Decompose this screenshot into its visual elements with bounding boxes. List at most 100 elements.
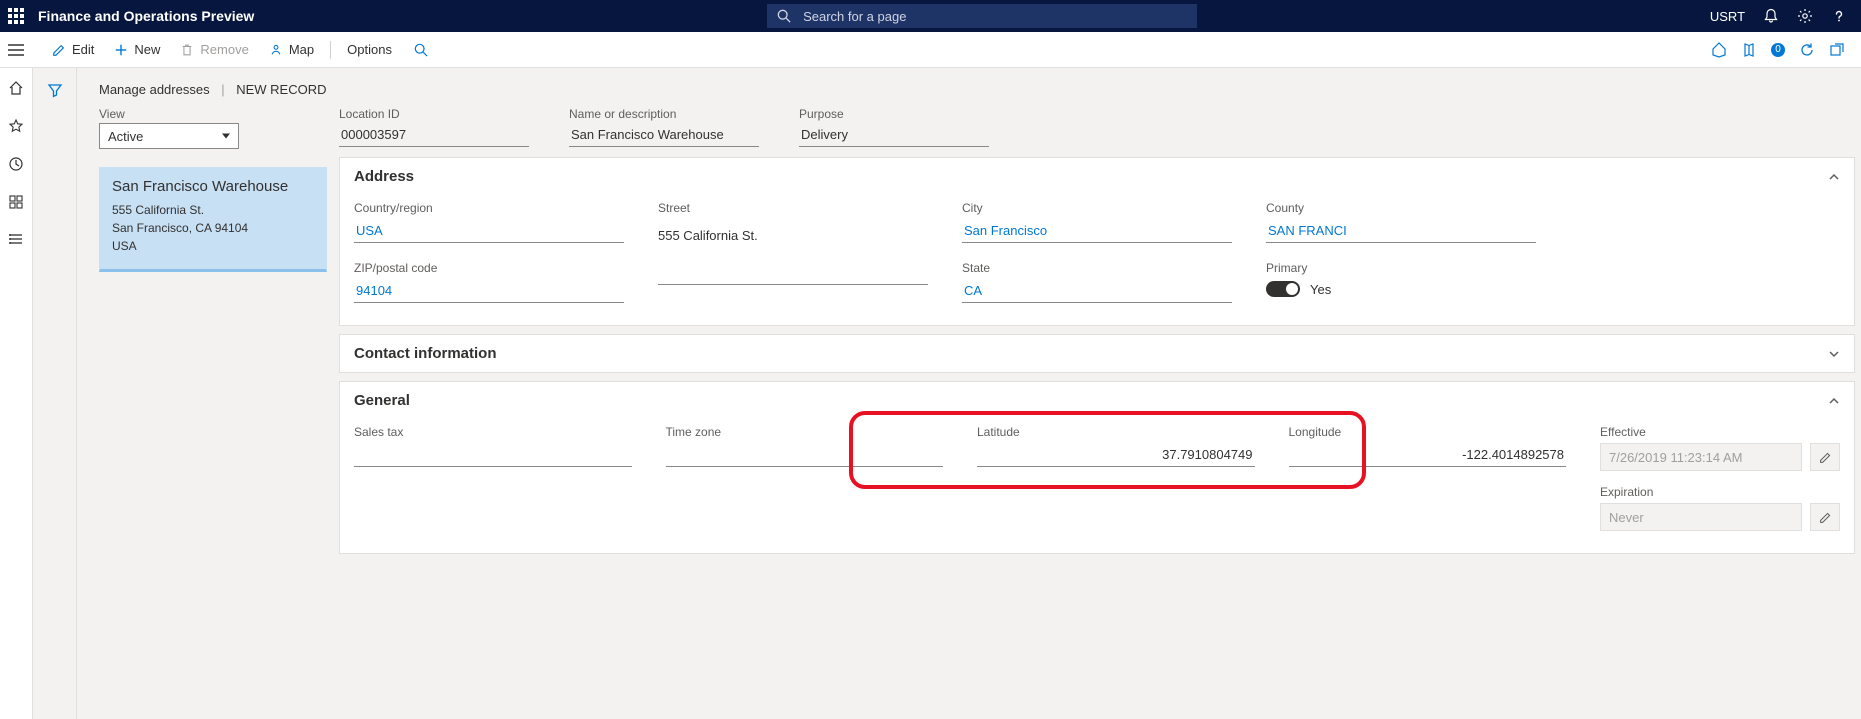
expiration-edit-button[interactable] <box>1810 503 1840 531</box>
filter-icon[interactable] <box>47 82 63 719</box>
recent-icon[interactable] <box>8 156 24 172</box>
county-field[interactable]: SAN FRANCI <box>1266 219 1536 243</box>
state-field[interactable]: CA <box>962 279 1232 303</box>
chevron-up-icon <box>1828 171 1840 183</box>
timezone-label: Time zone <box>666 425 944 439</box>
purpose-field[interactable] <box>799 123 989 147</box>
map-button[interactable]: Map <box>261 38 322 61</box>
primary-label: Primary <box>1266 261 1536 275</box>
section-contact: Contact information <box>339 334 1855 373</box>
city-field[interactable]: San Francisco <box>962 219 1232 243</box>
zip-field[interactable]: 94104 <box>354 279 624 303</box>
global-nav: Finance and Operations Preview USRT <box>0 0 1861 32</box>
header-fields: Location ID Name or description Purpose <box>339 107 1855 157</box>
list-pane: View Active San Francisco Warehouse 555 … <box>77 107 339 272</box>
country-field[interactable]: USA <box>354 219 624 243</box>
popout-icon[interactable] <box>1829 42 1845 58</box>
content-area: Manage addresses | NEW RECORD View Activ… <box>77 68 1861 719</box>
section-general: General Sales tax Time zone <box>339 381 1855 554</box>
messages-badge[interactable]: 0 <box>1771 43 1785 57</box>
help-icon[interactable] <box>1831 8 1847 24</box>
view-value: Active <box>108 129 143 144</box>
breadcrumb-current: NEW RECORD <box>236 82 326 97</box>
zip-label: ZIP/postal code <box>354 261 624 275</box>
edit-button[interactable]: Edit <box>44 38 102 61</box>
section-address-header[interactable]: Address <box>340 158 1854 195</box>
hamburger-icon[interactable] <box>8 43 24 57</box>
longitude-field[interactable] <box>1289 443 1567 467</box>
attachments-icon[interactable] <box>1711 42 1727 58</box>
global-search[interactable] <box>767 4 1197 28</box>
edit-label: Edit <box>72 42 94 57</box>
section-contact-title: Contact information <box>354 345 497 362</box>
section-general-header[interactable]: General <box>340 382 1854 419</box>
action-toolbar: Edit New Remove Map Options 0 <box>0 32 1861 68</box>
street-field[interactable]: 555 California St. <box>658 219 928 243</box>
chevron-up-icon <box>1828 395 1840 407</box>
chevron-down-icon <box>1828 348 1840 360</box>
nav-rail <box>0 68 33 719</box>
card-line2: San Francisco, CA 94104 <box>112 219 314 237</box>
search-icon <box>777 9 791 23</box>
remove-label: Remove <box>200 42 248 57</box>
street-extra-field[interactable] <box>658 261 928 285</box>
breadcrumb: Manage addresses | NEW RECORD <box>77 68 1861 107</box>
favorites-icon[interactable] <box>8 118 24 134</box>
detail-pane: Location ID Name or description Purpose <box>339 107 1861 562</box>
effective-edit-button[interactable] <box>1810 443 1840 471</box>
latitude-label: Latitude <box>977 425 1255 439</box>
view-label: View <box>99 107 327 121</box>
effective-field: 7/26/2019 11:23:14 AM <box>1600 443 1802 471</box>
location-id-label: Location ID <box>339 107 529 121</box>
section-contact-header[interactable]: Contact information <box>340 335 1854 372</box>
filter-column <box>33 68 77 719</box>
location-id-field[interactable] <box>339 123 529 147</box>
user-code[interactable]: USRT <box>1710 9 1745 24</box>
notifications-icon[interactable] <box>1763 8 1779 24</box>
address-card[interactable]: San Francisco Warehouse 555 California S… <box>99 167 327 272</box>
expiration-label: Expiration <box>1600 485 1840 499</box>
name-field[interactable] <box>569 123 759 147</box>
timezone-field[interactable] <box>666 443 944 467</box>
card-title: San Francisco Warehouse <box>112 178 314 195</box>
modules-icon[interactable] <box>8 232 24 248</box>
city-label: City <box>962 201 1232 215</box>
name-label: Name or description <box>569 107 759 121</box>
section-address-title: Address <box>354 168 414 185</box>
new-button[interactable]: New <box>106 38 168 61</box>
global-search-input[interactable] <box>801 8 1187 25</box>
home-icon[interactable] <box>8 80 24 96</box>
office-icon[interactable] <box>1741 42 1757 58</box>
salestax-field[interactable] <box>354 443 632 467</box>
trash-icon <box>180 43 194 57</box>
workspaces-icon[interactable] <box>8 194 24 210</box>
remove-button: Remove <box>172 38 256 61</box>
country-label: Country/region <box>354 201 624 215</box>
plus-icon <box>114 43 128 57</box>
toolbar-search-icon[interactable] <box>414 43 428 57</box>
salestax-label: Sales tax <box>354 425 632 439</box>
breadcrumb-root[interactable]: Manage addresses <box>99 82 210 97</box>
primary-toggle-text: Yes <box>1310 282 1331 297</box>
app-launcher-icon[interactable] <box>8 8 24 24</box>
edit-icon <box>52 43 66 57</box>
person-pin-icon <box>269 43 283 57</box>
main-shell: Manage addresses | NEW RECORD View Activ… <box>0 68 1861 719</box>
refresh-icon[interactable] <box>1799 42 1815 58</box>
view-select[interactable]: Active <box>99 123 239 149</box>
options-button[interactable]: Options <box>339 38 400 61</box>
street-label: Street <box>658 201 928 215</box>
latitude-field[interactable] <box>977 443 1255 467</box>
state-label: State <box>962 261 1232 275</box>
primary-toggle[interactable] <box>1266 281 1300 297</box>
longitude-label: Longitude <box>1289 425 1567 439</box>
card-line1: 555 California St. <box>112 201 314 219</box>
new-label: New <box>134 42 160 57</box>
section-general-title: General <box>354 392 410 409</box>
toolbar-separator <box>330 41 331 59</box>
effective-label: Effective <box>1600 425 1840 439</box>
county-label: County <box>1266 201 1536 215</box>
expiration-field: Never <box>1600 503 1802 531</box>
settings-icon[interactable] <box>1797 8 1813 24</box>
purpose-label: Purpose <box>799 107 989 121</box>
